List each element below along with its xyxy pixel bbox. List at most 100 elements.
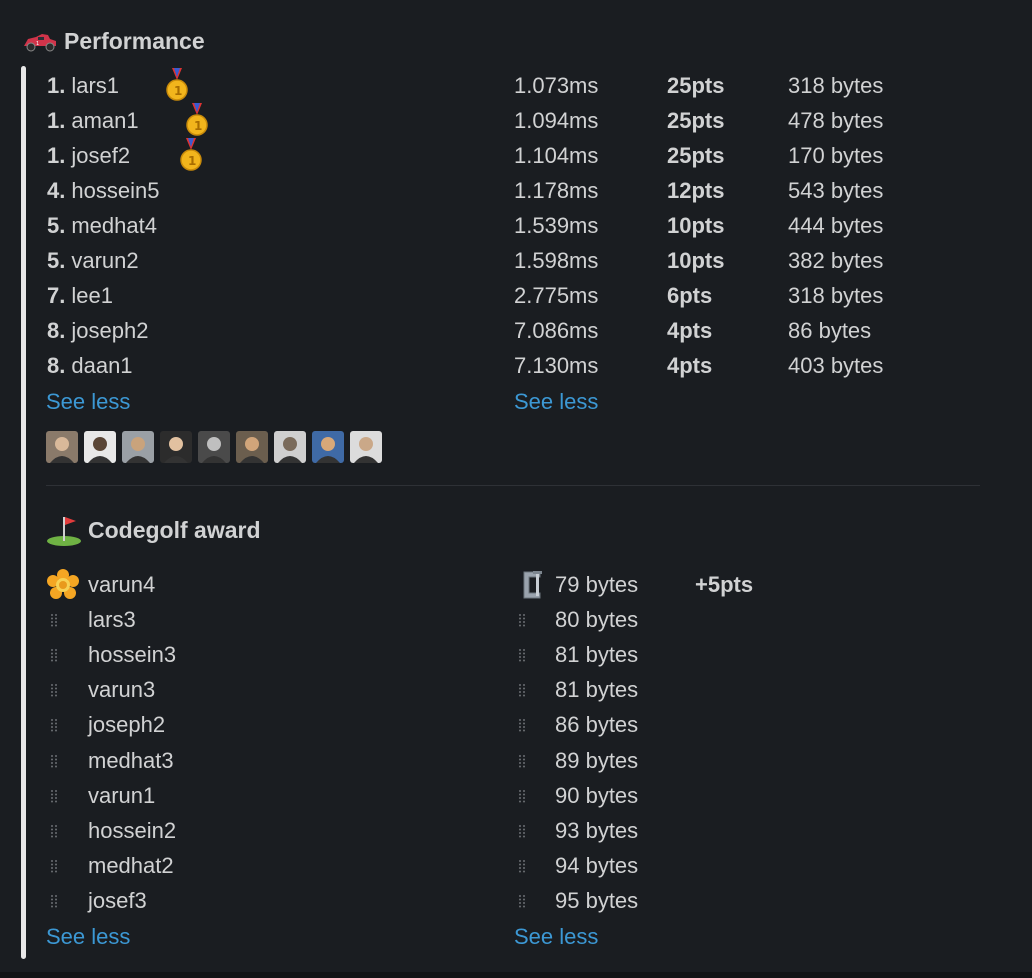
drag-handle-icon <box>49 813 59 848</box>
drag-handle-icon <box>49 602 59 637</box>
drag-handle-icon <box>517 884 527 919</box>
see-less-link-codegolf-right[interactable]: See less <box>514 919 598 954</box>
execution-time: 1.598ms <box>514 248 599 273</box>
rank: 4. <box>47 177 66 203</box>
quote-bar <box>21 66 26 959</box>
code-size: 80 bytes <box>555 606 639 632</box>
performance-row: 1. josef2 <box>47 138 130 173</box>
gold-medal-icon: 1 <box>186 103 208 137</box>
code-size: 81 bytes <box>555 641 639 667</box>
see-less-link-codegolf-left[interactable]: See less <box>46 919 130 954</box>
points: 25pts <box>667 72 725 98</box>
svg-text:1: 1 <box>194 119 202 133</box>
drag-handle-icon <box>49 849 59 884</box>
composer-edge <box>0 972 1032 978</box>
participant-name: medhat4 <box>71 212 157 238</box>
svg-text:1: 1 <box>188 154 196 168</box>
rank: 1. <box>47 142 66 168</box>
rank: 8. <box>47 353 66 379</box>
code-size: 95 bytes <box>555 888 639 914</box>
code-size: 79 bytes <box>555 571 639 597</box>
drag-handle-icon <box>517 778 527 813</box>
avatar[interactable] <box>350 431 382 463</box>
avatar[interactable] <box>84 431 116 463</box>
drag-handle-icon <box>517 743 527 778</box>
performance-row: 4. hossein5 <box>47 173 159 208</box>
performance-title: Performance <box>64 27 205 54</box>
svg-text:1: 1 <box>36 41 39 47</box>
performance-row: 5. medhat4 <box>47 208 157 243</box>
participant-name: josef2 <box>71 142 131 168</box>
code-size: 444 bytes <box>788 212 884 238</box>
code-size: 93 bytes <box>555 817 639 843</box>
gold-medal-icon: 1 <box>180 138 202 172</box>
see-less-link-performance-right[interactable]: See less <box>514 384 598 419</box>
code-size: 86 bytes <box>555 712 639 738</box>
points: 25pts <box>667 142 725 168</box>
drag-handle-icon <box>517 637 527 672</box>
rank: 5. <box>47 248 66 273</box>
code-size: 318 bytes <box>788 283 884 309</box>
drag-handle-icon <box>49 708 59 743</box>
participant-name: josef3 <box>88 888 147 914</box>
code-size: 89 bytes <box>555 747 639 773</box>
avatar[interactable] <box>46 431 78 463</box>
participant-name: hossein3 <box>88 641 177 667</box>
rank: 5. <box>47 212 66 238</box>
golf-flag-icon <box>47 517 81 546</box>
gold-medal-icon: 1 <box>166 68 188 102</box>
section-divider <box>46 485 980 486</box>
execution-time: 7.130ms <box>514 353 599 379</box>
avatar[interactable] <box>160 431 192 463</box>
points: 12pts <box>667 177 725 203</box>
code-size: 170 bytes <box>788 142 884 168</box>
points: 6pts <box>667 283 713 309</box>
participant-name: lee1 <box>71 283 113 309</box>
avatar[interactable] <box>198 431 230 463</box>
points: 25pts <box>667 107 725 133</box>
code-size: 382 bytes <box>788 248 884 273</box>
see-less-link-performance-left[interactable]: See less <box>46 384 130 419</box>
performance-row: 8. joseph2 <box>47 314 148 349</box>
drag-handle-icon <box>517 813 527 848</box>
code-size: 318 bytes <box>788 72 884 98</box>
codegolf-header: Codegolf award <box>46 513 261 547</box>
drag-handle-icon <box>517 708 527 743</box>
participant-name: varun4 <box>88 571 156 597</box>
performance-row: 5. varun2 <box>47 244 139 279</box>
drag-handle-icon <box>49 743 59 778</box>
points: 10pts <box>667 248 725 273</box>
participant-name: medhat3 <box>88 747 174 773</box>
execution-time: 1.073ms <box>514 72 599 98</box>
participant-name: varun1 <box>88 782 156 808</box>
bonus-points: +5pts <box>695 571 754 597</box>
execution-time: 1.178ms <box>514 177 599 203</box>
performance-row: 1. lars1 <box>47 68 119 103</box>
drag-handle-icon <box>49 673 59 708</box>
avatar[interactable] <box>236 431 268 463</box>
performance-row: 7. lee1 <box>47 279 113 314</box>
avatar[interactable] <box>122 431 154 463</box>
drag-handle-icon <box>49 637 59 672</box>
participant-name: joseph2 <box>71 318 149 344</box>
avatar[interactable] <box>312 431 344 463</box>
execution-time: 7.086ms <box>514 318 599 344</box>
performance-row: 1. aman1 <box>47 103 139 138</box>
slack-message: 1 Performance 1. lars1 1 1.073ms 25pts 318 by… <box>0 0 1032 978</box>
code-size: 403 bytes <box>788 353 884 379</box>
points: 4pts <box>667 318 713 344</box>
participant-name: medhat2 <box>88 853 174 879</box>
participant-name: lars3 <box>88 606 136 632</box>
participant-name: aman1 <box>71 107 139 133</box>
rank: 7. <box>47 283 66 309</box>
participant-name: varun2 <box>71 248 139 273</box>
clamp-icon <box>514 567 548 602</box>
execution-time: 2.775ms <box>514 283 599 309</box>
participant-name: hossein5 <box>71 177 160 203</box>
avatar[interactable] <box>274 431 306 463</box>
execution-time: 1.094ms <box>514 107 599 133</box>
points: 10pts <box>667 212 725 238</box>
execution-time: 1.104ms <box>514 142 599 168</box>
rosette-icon <box>46 567 80 602</box>
participant-name: daan1 <box>71 353 133 379</box>
